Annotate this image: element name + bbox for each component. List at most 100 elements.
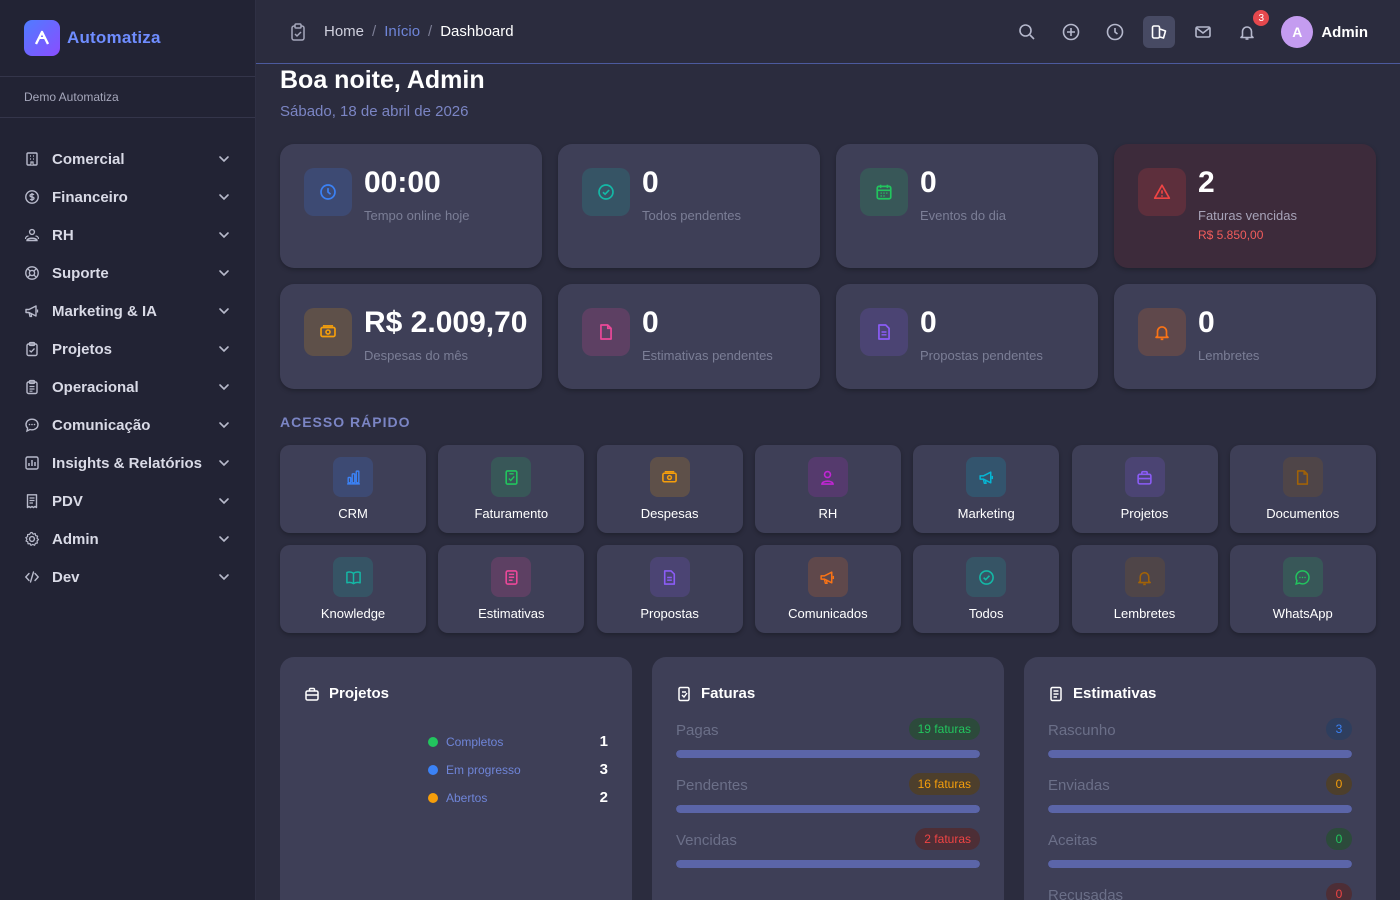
sidebar-item-admin[interactable]: Admin xyxy=(0,520,255,558)
bell-icon xyxy=(1138,308,1186,356)
check-circle-icon xyxy=(582,168,630,216)
brand-name: Automatiza xyxy=(67,28,161,47)
check-circle-icon xyxy=(966,557,1007,597)
cash-icon xyxy=(304,308,352,356)
calendar-icon xyxy=(860,168,908,216)
whatsapp-icon xyxy=(1282,557,1323,597)
estimates-panel: Estimativas Rascunho 3 Enviadas 0 Aceitas 0 Re… xyxy=(1024,657,1376,900)
legend-value: 2 xyxy=(599,789,608,806)
quick-access-faturamento[interactable]: Faturamento xyxy=(438,445,585,533)
stat-card[interactable]: 0 Estimativas pendentes xyxy=(558,284,820,389)
sidebar: Automatiza Demo Automatiza Comercial Fina… xyxy=(0,0,256,900)
quick-access-label: Todos xyxy=(968,606,1004,621)
document-list-icon xyxy=(491,557,532,597)
timer-button[interactable] xyxy=(1099,16,1131,48)
dashboard-main: Boa noite, Admin Sábado, 18 de abril de … xyxy=(280,64,1376,900)
quick-access-label: Faturamento xyxy=(474,506,549,521)
sidebar-item-label: PDV xyxy=(52,492,83,510)
progress-bar xyxy=(1048,750,1352,758)
sidebar-item-label: Projetos xyxy=(52,340,113,358)
stat-value: 0 xyxy=(920,306,937,339)
breadcrumb: Home / Início / Dashboard xyxy=(290,22,514,41)
avatar[interactable]: A xyxy=(1281,16,1314,48)
organization-name[interactable]: Demo Automatiza xyxy=(0,77,255,118)
status-label: Rascunho xyxy=(1048,722,1116,739)
sidebar-item-financeiro[interactable]: Financeiro xyxy=(0,178,255,216)
page-title: Boa noite, Admin xyxy=(280,66,485,94)
briefcase-icon xyxy=(304,686,320,702)
clipboard-icon xyxy=(290,22,306,41)
stat-card[interactable]: 0 Propostas pendentes xyxy=(836,284,1098,389)
quick-access-label: CRM xyxy=(338,506,368,521)
quick-access-despesas[interactable]: Despesas xyxy=(596,445,743,533)
quick-access-propostas[interactable]: Propostas xyxy=(596,545,743,633)
quick-access-label: Estimativas xyxy=(478,606,545,621)
status-badge: 0 xyxy=(1326,773,1352,795)
sidebar-item-projetos[interactable]: Projetos xyxy=(0,330,255,368)
sidebar-item-pdv[interactable]: PDV xyxy=(0,482,255,520)
breadcrumb-home[interactable]: Home xyxy=(324,23,364,40)
status-badge: 16 faturas xyxy=(908,773,980,795)
messages-button[interactable] xyxy=(1187,16,1219,48)
chart-icon xyxy=(24,455,40,471)
quick-access-estimativas[interactable]: Estimativas xyxy=(438,545,585,633)
quick-access-comunicados[interactable]: Comunicados xyxy=(754,545,901,633)
quick-access-rh[interactable]: RH xyxy=(754,445,901,533)
stat-card[interactable]: R$ 2.009,70 Despesas do mês xyxy=(280,284,542,389)
sidebar-item-suporte[interactable]: Suporte xyxy=(0,254,255,292)
stat-value: 0 xyxy=(642,166,659,199)
stat-card[interactable]: 0 Eventos do dia xyxy=(836,144,1098,268)
quick-access-lembretes[interactable]: Lembretes xyxy=(1071,545,1218,633)
panel-title: Projetos xyxy=(304,685,389,702)
layout-toggle-button[interactable] xyxy=(1143,16,1176,48)
projects-title: Projetos xyxy=(329,685,390,702)
quick-access-crm[interactable]: CRM xyxy=(280,445,426,533)
status-label: Pendentes xyxy=(676,777,748,794)
search-button[interactable] xyxy=(1011,16,1043,48)
stat-label: Todos pendentes xyxy=(642,208,742,223)
chevron-down-icon xyxy=(217,418,231,432)
quick-access-label: Lembretes xyxy=(1113,606,1176,621)
breadcrumb-separator: / xyxy=(428,23,433,40)
quick-access-projetos[interactable]: Projetos xyxy=(1071,445,1218,533)
chevron-down-icon xyxy=(217,380,231,394)
quick-access-knowledge[interactable]: Knowledge xyxy=(280,545,426,633)
sidebar-item-marketing-ia[interactable]: Marketing & IA xyxy=(0,292,255,330)
sidebar-item-dev[interactable]: Dev xyxy=(0,558,255,596)
quick-access-documentos[interactable]: Documentos xyxy=(1229,445,1376,533)
chevron-down-icon xyxy=(217,152,231,166)
breadcrumb-inicio[interactable]: Início xyxy=(384,23,420,40)
legend-label: Completos xyxy=(446,734,504,749)
quick-add-button[interactable] xyxy=(1055,16,1087,48)
quick-access-label: Comunicados xyxy=(788,606,868,621)
stat-label: Eventos do dia xyxy=(920,208,1007,223)
briefcase-icon xyxy=(1124,457,1165,497)
sidebar-item-operacional[interactable]: Operacional xyxy=(0,368,255,406)
stat-card[interactable]: 00:00 Tempo online hoje xyxy=(280,144,542,268)
stat-card[interactable]: 2 Faturas vencidas R$ 5.850,00 xyxy=(1114,144,1376,268)
stat-card[interactable]: 0 Todos pendentes xyxy=(558,144,820,268)
notifications-button[interactable]: 3 xyxy=(1231,10,1270,48)
book-icon xyxy=(333,557,373,597)
quick-access-marketing[interactable]: Marketing xyxy=(913,445,1060,533)
brand[interactable]: Automatiza xyxy=(0,0,255,77)
breadcrumb-separator: / xyxy=(372,23,377,40)
quick-access-todos[interactable]: Todos xyxy=(913,545,1060,633)
progress-bar xyxy=(1048,860,1352,868)
sidebar-item-rh[interactable]: RH xyxy=(0,216,255,254)
megaphone-icon xyxy=(24,303,40,319)
stat-card[interactable]: 0 Lembretes xyxy=(1114,284,1376,389)
quick-access-label: Despesas xyxy=(640,506,699,521)
breadcrumb-current: Dashboard xyxy=(440,23,514,40)
user-name[interactable]: Admin xyxy=(1321,24,1368,41)
sidebar-item-insights-relat-rios[interactable]: Insights & Relatórios xyxy=(0,444,255,482)
sidebar-item-comercial[interactable]: Comercial xyxy=(0,140,255,178)
receipt-icon xyxy=(24,493,40,509)
bell-icon xyxy=(1124,557,1165,597)
quick-access-whatsapp[interactable]: WhatsApp xyxy=(1229,545,1376,633)
sidebar-item-comunica-o[interactable]: Comunicação xyxy=(0,406,255,444)
mail-icon xyxy=(1194,23,1212,41)
status-badge: 0 xyxy=(1326,828,1352,850)
megaphone-icon xyxy=(966,457,1007,497)
chat-icon xyxy=(24,417,40,433)
